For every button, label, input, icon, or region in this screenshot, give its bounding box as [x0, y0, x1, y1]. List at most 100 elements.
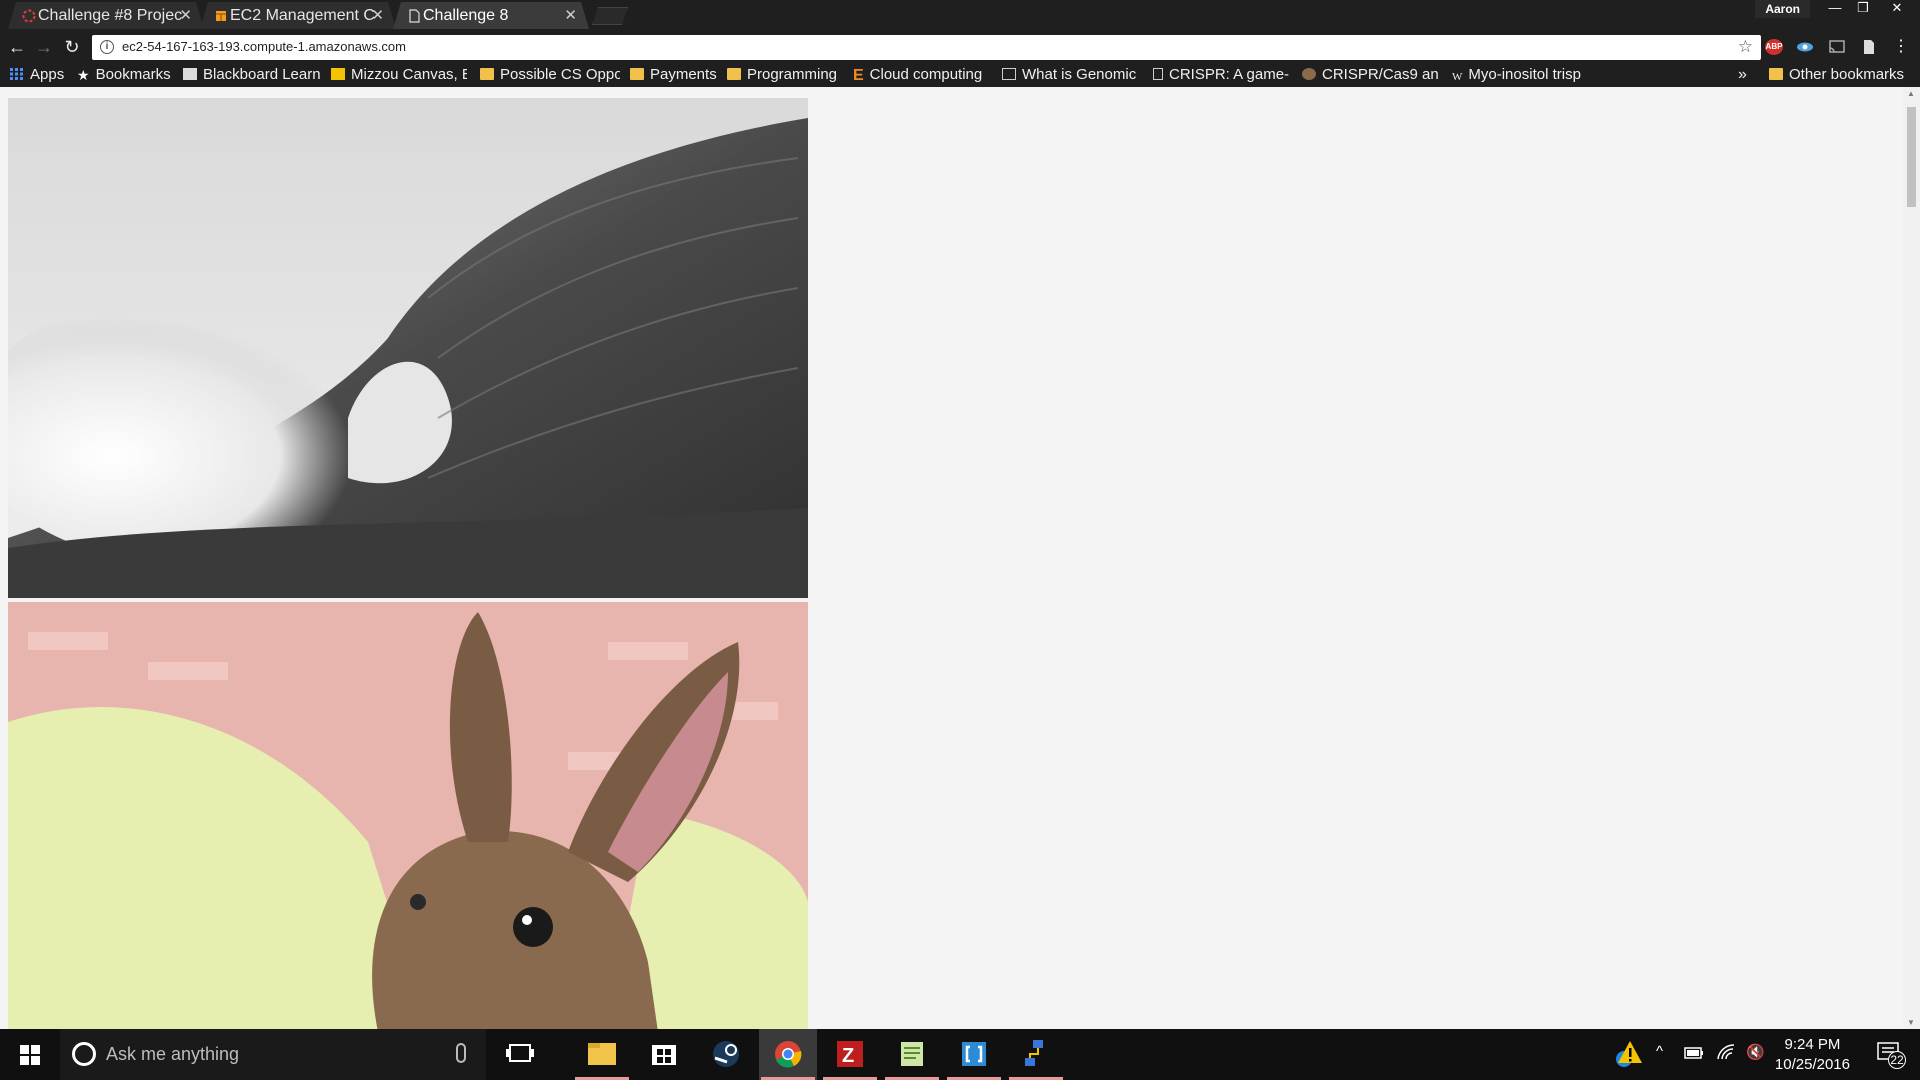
bookmark-cloud-computing[interactable]: E Cloud computing: [853, 65, 989, 87]
mizzou-icon: [331, 68, 345, 80]
bookmark-star-icon[interactable]: ☆: [1738, 37, 1753, 57]
file-explorer-icon: [588, 1043, 616, 1065]
bookmark-label: CRISPR: A game-c: [1169, 66, 1289, 83]
cast-icon[interactable]: [1828, 39, 1846, 55]
page-content: [0, 87, 1920, 1032]
wallaby-image: [8, 602, 808, 1032]
task-view-button[interactable]: [492, 1029, 548, 1080]
clock-date: 10/25/2016: [1774, 1056, 1850, 1073]
bookmark-blackboard[interactable]: Blackboard Learn: [183, 65, 323, 87]
bracket-app-icon: [962, 1042, 986, 1066]
search-placeholder: Ask me anything: [106, 1044, 240, 1064]
close-tab-icon[interactable]: ✕: [371, 2, 384, 29]
bookmark-myo-inositol[interactable]: W Myo-inositol trisp: [1452, 65, 1588, 87]
taskbar-chrome[interactable]: [759, 1029, 817, 1080]
folder-icon: [1769, 68, 1783, 80]
show-hidden-icons-chevron-icon[interactable]: ^: [1656, 1043, 1663, 1060]
windows-taskbar: Ask me anything Z ^ 🔇 9:24 PM 10/25/2016…: [0, 1029, 1920, 1080]
taskbar-network-app[interactable]: [1007, 1029, 1065, 1080]
bookmark-label: Possible CS Oppo: [500, 66, 620, 83]
profile-button[interactable]: Aaron: [1755, 0, 1810, 18]
volume-muted-icon[interactable]: 🔇: [1746, 1043, 1765, 1061]
tab-challenge-project[interactable]: Challenge #8 Projec ✕: [8, 2, 204, 29]
back-button[interactable]: ←: [5, 35, 29, 59]
bookmark-crispr-game[interactable]: CRISPR: A game-c: [1153, 65, 1289, 87]
bookmark-bookmarks[interactable]: ★ Bookmarks: [77, 65, 171, 87]
store-icon: [652, 1045, 676, 1065]
browser-toolbar: ← → ↻ i ec2-54-167-163-193.compute-1.ama…: [0, 29, 1920, 65]
bookmark-label: Programming: [747, 66, 838, 83]
microphone-icon[interactable]: [456, 1043, 466, 1063]
page-icon: [1153, 68, 1163, 80]
taskbar-filezilla[interactable]: Z: [821, 1029, 879, 1080]
close-tab-icon[interactable]: ✕: [564, 2, 577, 29]
bookmarks-overflow-button[interactable]: »: [1738, 65, 1747, 87]
bookmark-label: Other bookmarks: [1789, 66, 1905, 83]
taskbar-bracket-app[interactable]: [945, 1029, 1003, 1080]
start-button[interactable]: [0, 1029, 60, 1080]
info-icon[interactable]: i: [100, 40, 114, 54]
restore-button[interactable]: ❐: [1848, 0, 1878, 18]
tab-challenge-8[interactable]: Challenge 8 ✕: [393, 2, 589, 29]
svg-text:Z: Z: [842, 1045, 854, 1067]
bookmark-folder-cs[interactable]: Possible CS Oppo: [480, 65, 620, 87]
bookmarks-bar: Apps ★ Bookmarks Blackboard Learn Mizzou …: [0, 65, 1920, 87]
bookmark-label: Blackboard Learn: [203, 66, 321, 83]
url-text[interactable]: ec2-54-167-163-193.compute-1.amazonaws.c…: [122, 39, 406, 54]
filezilla-icon: Z: [837, 1041, 863, 1067]
wave-image: [8, 98, 808, 598]
folder-icon: [480, 68, 494, 80]
menu-icon[interactable]: ⋮: [1892, 39, 1910, 55]
steam-icon: [713, 1041, 739, 1067]
network-app-icon: [1025, 1040, 1043, 1066]
taskbar-steam[interactable]: [697, 1029, 755, 1080]
eye-extension-icon[interactable]: [1796, 39, 1814, 55]
bookmark-mizzou-canvas[interactable]: Mizzou Canvas, B: [331, 65, 467, 87]
bookmark-crispr-cas9[interactable]: CRISPR/Cas9 and: [1302, 65, 1438, 87]
bookmark-label: Payments: [650, 66, 717, 83]
taskbar-store[interactable]: [635, 1029, 693, 1080]
bookmark-label: Bookmarks: [95, 66, 171, 83]
scroll-thumb[interactable]: [1907, 107, 1916, 207]
system-clock[interactable]: 9:24 PM 10/25/2016: [1775, 1035, 1850, 1075]
cortana-search-box[interactable]: Ask me anything: [60, 1029, 486, 1080]
close-window-button[interactable]: ✕: [1882, 0, 1912, 18]
loading-icon: [22, 9, 36, 23]
bookmark-folder-programming[interactable]: Programming: [727, 65, 837, 87]
tab-title: Challenge #8 Projec: [38, 7, 183, 24]
site-icon: [1302, 68, 1316, 80]
warning-icon[interactable]: [1612, 1039, 1644, 1073]
bookmark-label: CRISPR/Cas9 and: [1322, 66, 1438, 83]
reload-button[interactable]: ↻: [60, 35, 84, 59]
star-icon: ★: [77, 67, 90, 83]
bookmark-folder-payments[interactable]: Payments: [630, 65, 717, 87]
title-bar: Challenge #8 Projec ✕ EC2 Management C ✕…: [0, 0, 1920, 29]
wifi-icon[interactable]: [1716, 1043, 1736, 1065]
clock-time: 9:24 PM: [1784, 1036, 1841, 1053]
page-scrollbar[interactable]: ▲ ▼: [1903, 87, 1920, 1029]
tab-ec2-management[interactable]: EC2 Management C ✕: [200, 2, 396, 29]
page-icon: [407, 9, 421, 23]
taskbar-notepad-app[interactable]: [883, 1029, 941, 1080]
adblock-icon[interactable]: ABP: [1765, 39, 1783, 55]
bookmark-genomic[interactable]: What is Genomic: [1002, 65, 1138, 87]
taskbar-file-explorer[interactable]: [573, 1029, 631, 1080]
scroll-up-arrow-icon[interactable]: ▲: [1907, 89, 1915, 98]
windows-logo-icon: [20, 1045, 40, 1065]
folder-icon: [727, 68, 741, 80]
notepad-icon: [901, 1042, 923, 1066]
bookmark-other[interactable]: Other bookmarks: [1769, 65, 1904, 87]
forward-button[interactable]: →: [32, 35, 56, 59]
battery-icon[interactable]: [1684, 1046, 1704, 1063]
apps-grid-icon: [10, 68, 23, 80]
notification-count: 22: [1888, 1051, 1906, 1069]
action-center-button[interactable]: 22: [1876, 1041, 1906, 1069]
minimize-button[interactable]: —: [1820, 0, 1850, 18]
document-extension-icon[interactable]: [1860, 39, 1878, 55]
close-tab-icon[interactable]: ✕: [179, 2, 192, 29]
address-bar[interactable]: i ec2-54-167-163-193.compute-1.amazonaws…: [92, 35, 1761, 60]
scroll-down-arrow-icon[interactable]: ▼: [1907, 1018, 1915, 1027]
bookmark-apps[interactable]: Apps: [10, 65, 64, 87]
e-logo-icon: E: [853, 67, 864, 84]
new-tab-button[interactable]: [592, 7, 628, 25]
